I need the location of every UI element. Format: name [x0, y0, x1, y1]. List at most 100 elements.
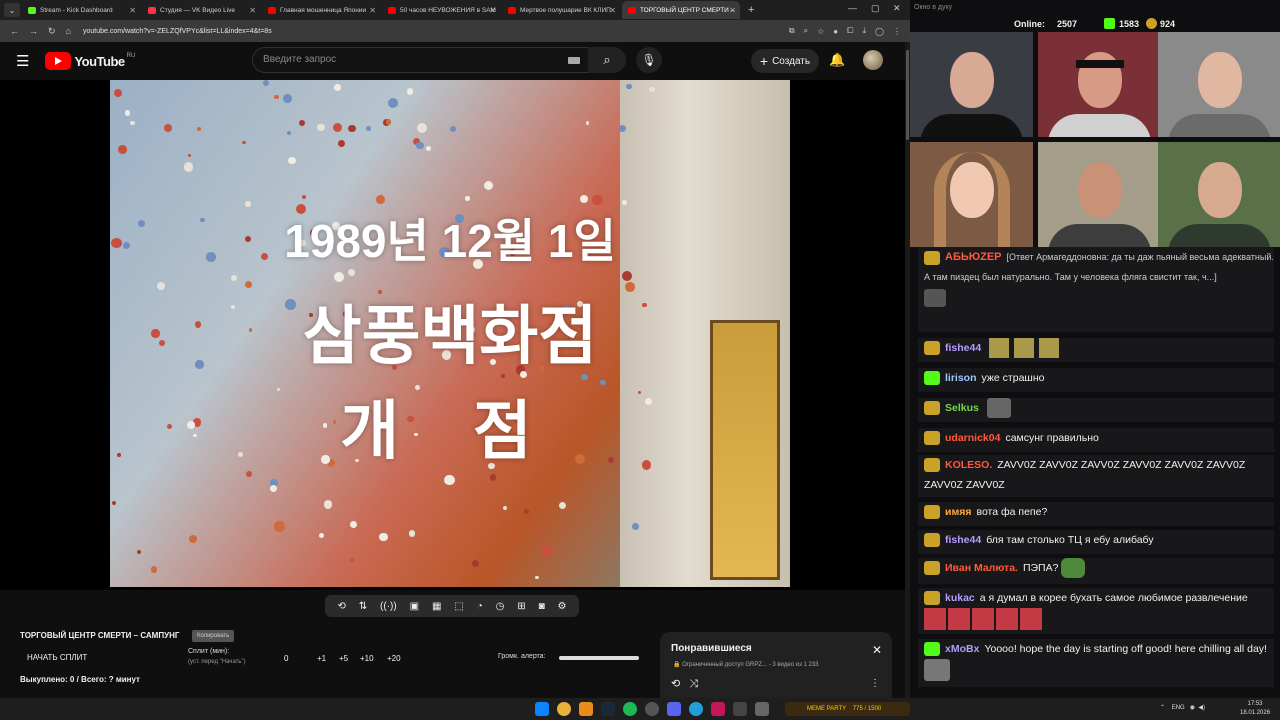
loop-icon[interactable]: ⟲ — [337, 601, 345, 612]
start-split-button[interactable]: НАЧАТЬ СПЛИТ — [27, 653, 87, 662]
reload-icon[interactable]: ↻ — [48, 26, 56, 37]
chat-username[interactable]: имяя — [945, 506, 971, 518]
chat-username[interactable]: xMoBx — [945, 643, 979, 655]
back-icon[interactable]: ← — [10, 26, 19, 36]
hamburger-menu-icon[interactable]: ☰ — [16, 52, 29, 70]
close-icon[interactable]: ✕ — [489, 6, 496, 15]
bookmark-star-icon[interactable]: ☆ — [817, 27, 824, 36]
windows-start-icon[interactable] — [535, 702, 549, 716]
close-icon[interactable]: ✕ — [729, 6, 736, 15]
tab-kick-dashboard[interactable]: Stream - Kick Dashboard ✕ — [22, 1, 140, 19]
chat-username[interactable]: fishe44 — [945, 534, 981, 546]
volume-icon[interactable]: ◀) — [1198, 705, 1205, 711]
chat-username[interactable]: fishe44 — [945, 342, 981, 354]
app-icon[interactable] — [733, 702, 747, 716]
repeat-icon[interactable]: ⟲ — [671, 678, 680, 690]
voice-search-button[interactable]: 🎙 — [636, 47, 662, 73]
search-input[interactable]: Введите запрос — [252, 47, 592, 73]
maximize-icon[interactable]: ▢ — [871, 3, 880, 14]
video-frame[interactable]: 1989년 12월 1일 삼풍백화점 개 점 — [110, 80, 790, 587]
shuffle-icon[interactable]: ⤨ — [689, 678, 698, 690]
add-1-button[interactable]: +1 — [317, 654, 326, 663]
file-explorer-icon[interactable] — [579, 702, 593, 716]
search-button[interactable]: ⌕ — [588, 47, 626, 73]
speedometer-icon[interactable]: ◷ — [496, 601, 505, 612]
url-field[interactable]: youtube.com/watch?v=-ZELZQfVPYc&list=LL&… — [83, 28, 789, 35]
balloon-shape — [302, 195, 306, 199]
add-clip-icon[interactable]: ⊞ — [517, 601, 525, 612]
browser-menu-icon[interactable]: ⋮ — [893, 27, 901, 36]
telegram-icon[interactable] — [689, 702, 703, 716]
close-icon[interactable]: ✕ — [249, 6, 256, 15]
video-player[interactable]: 1989년 12월 1일 삼풍백화점 개 점 — [0, 80, 905, 590]
settings-gear-icon[interactable]: ⚙ — [558, 601, 567, 612]
language-indicator[interactable]: ENG — [1172, 705, 1185, 711]
window-close-icon[interactable]: ✕ — [893, 3, 901, 14]
more-options-icon[interactable]: ⋮ — [870, 678, 880, 689]
chat-username[interactable]: Selkus — [945, 402, 979, 414]
balloon-shape — [332, 123, 342, 133]
extensions-puzzle-icon[interactable]: ⧠ — [847, 26, 853, 36]
clock[interactable]: 17:53 18.01.2026 — [1240, 700, 1270, 718]
chat-username[interactable]: KOLESO. — [945, 459, 992, 471]
video-settings-icon[interactable]: ▣ — [410, 601, 419, 612]
owner-label[interactable]: GRPZ... — [745, 662, 767, 668]
youtube-logo-text[interactable]: YouTube — [74, 54, 125, 69]
user-badge-icon — [924, 533, 940, 548]
alert-volume-slider[interactable] — [559, 656, 639, 660]
app-icon[interactable] — [755, 702, 769, 716]
add-20-button[interactable]: +20 — [387, 654, 401, 663]
notifications-bell-icon[interactable]: 🔔 — [829, 52, 845, 68]
new-tab-icon[interactable]: + — [748, 4, 754, 16]
meme-party-widget[interactable]: MEME PARTY 775 / 1500 — [785, 702, 910, 716]
tab-vk-studio[interactable]: Студия — VK Видео Live ✕ — [142, 1, 260, 19]
profile-icon[interactable]: ◯ — [875, 27, 884, 36]
expand-icon[interactable]: ⬚ — [454, 601, 463, 612]
close-icon[interactable]: ✕ — [609, 6, 616, 15]
minimize-icon[interactable]: — — [848, 3, 857, 13]
add-10-button[interactable]: +10 — [360, 654, 374, 663]
pepe-emote-icon — [1061, 558, 1086, 579]
chat-username[interactable]: АБЬЮZЕР — [945, 251, 1002, 263]
broadcast-icon[interactable]: ((·)) — [380, 601, 397, 612]
youtube-logo-icon[interactable] — [45, 52, 72, 70]
wifi-icon[interactable]: ◉ — [1190, 705, 1195, 711]
create-button[interactable]: + Создать — [751, 49, 819, 73]
tab-youtube-active[interactable]: ТОРГОВЫЙ ЦЕНТР СМЕРТИ – ✕ — [622, 1, 740, 19]
tab-search-button[interactable]: ⌄ — [4, 3, 20, 17]
avatar[interactable] — [863, 50, 883, 70]
close-icon[interactable]: ✕ — [872, 643, 882, 657]
chat-username[interactable]: lirison — [945, 372, 977, 384]
tab-youtube-1[interactable]: Главная мошенница Японии ✕ — [262, 1, 380, 19]
copy-button[interactable]: Копировать — [192, 630, 235, 642]
tray-expand-icon[interactable]: ⌃ — [1160, 705, 1165, 711]
app-icon[interactable] — [711, 702, 725, 716]
home-icon[interactable]: ⌂ — [66, 26, 71, 36]
discord-icon[interactable] — [667, 702, 681, 716]
chat-username[interactable]: udarnick04 — [945, 432, 1000, 444]
film-strip-icon[interactable]: ▦ — [432, 601, 441, 612]
spotify-icon[interactable] — [623, 702, 637, 716]
sort-icon[interactable]: ⇅ — [359, 601, 367, 612]
chat-username[interactable]: kukac — [945, 592, 975, 604]
add-5-button[interactable]: +5 — [339, 654, 348, 663]
tab-youtube-2[interactable]: 50 часов НЕУВОЖЕНИЯ в SAM ✕ — [382, 1, 500, 19]
install-app-icon[interactable]: ⧉ — [789, 26, 795, 36]
chat-username[interactable]: Иван Малюта. — [945, 562, 1018, 574]
download-icon[interactable]: ⤓ — [863, 26, 867, 36]
close-icon[interactable]: ✕ — [369, 6, 376, 15]
playlist-title[interactable]: Понравившиеся — [671, 643, 752, 654]
user-badge-icon — [924, 458, 940, 473]
obs-icon[interactable] — [645, 702, 659, 716]
keyboard-icon[interactable] — [568, 57, 580, 64]
close-icon[interactable]: ✕ — [129, 6, 136, 15]
tab-youtube-3[interactable]: Мертвое полушарие ВК КЛИП ✕ — [502, 1, 620, 19]
forward-icon[interactable]: → — [29, 26, 38, 36]
speed-icon[interactable]: ◔ — [477, 601, 483, 612]
chrome-icon[interactable] — [557, 702, 571, 716]
tab-title: Студия — VK Видео Live — [160, 6, 236, 14]
zoom-icon[interactable]: ⌕ — [804, 26, 808, 36]
extension-icon[interactable]: ● — [833, 27, 838, 36]
screenshot-camera-icon[interactable]: ◙ — [539, 601, 545, 612]
steam-icon[interactable] — [601, 702, 615, 716]
